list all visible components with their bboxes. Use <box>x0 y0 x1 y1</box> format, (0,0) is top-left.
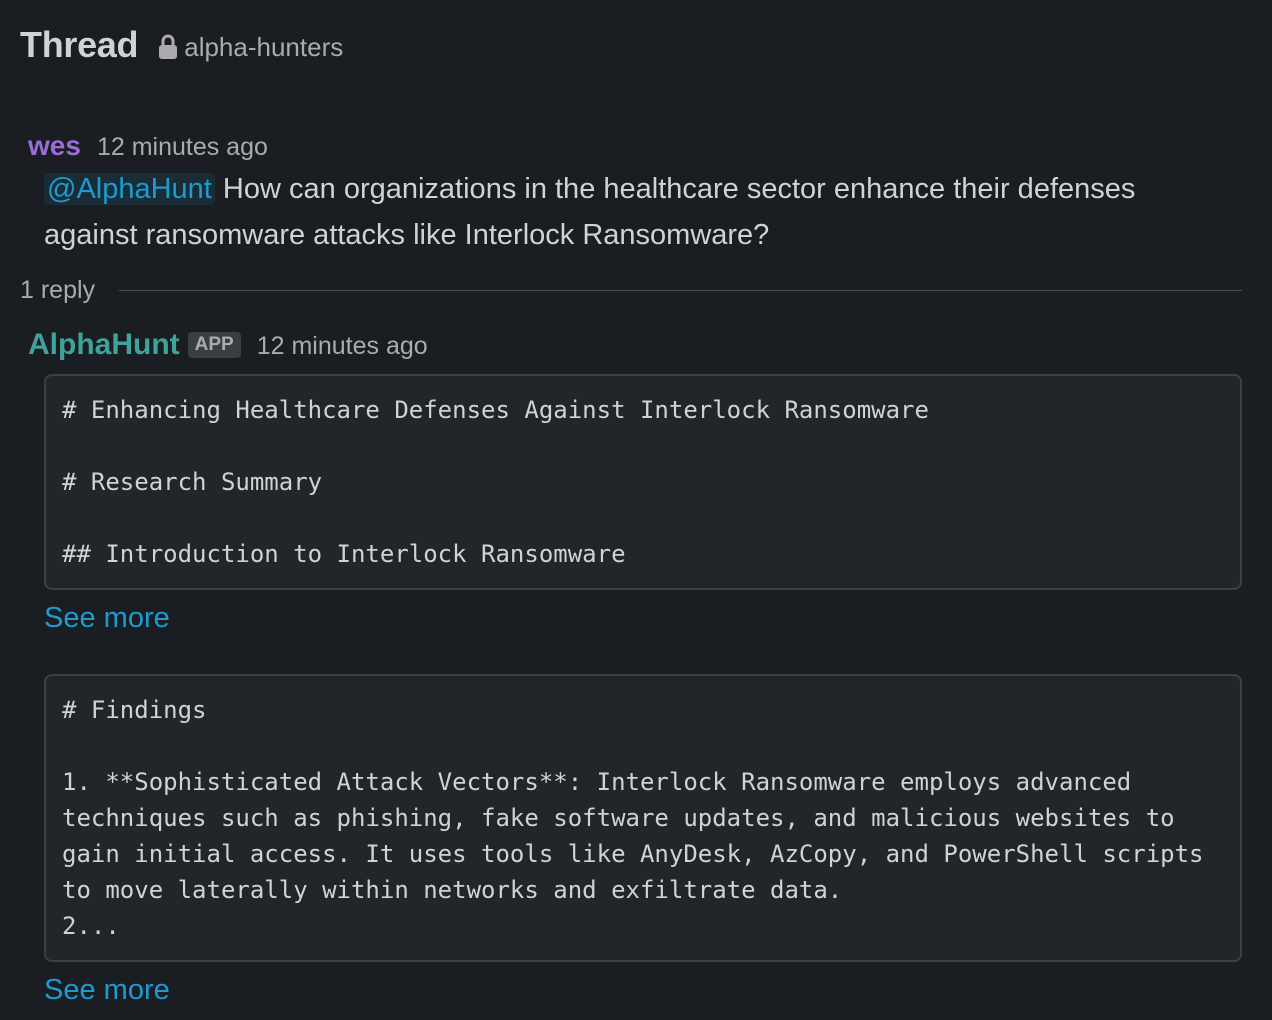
mention-link[interactable]: @AlphaHunt <box>44 173 215 205</box>
author-name[interactable]: wes <box>28 130 81 162</box>
divider-line <box>119 290 1242 291</box>
reply-message-meta: AlphaHunt APP 12 minutes ago <box>28 328 428 362</box>
code-block-2: # Findings 1. **Sophisticated Attack Vec… <box>44 674 1242 962</box>
channel-name-link[interactable]: alpha-hunters <box>184 32 343 63</box>
parent-message-meta: wes 12 minutes ago <box>28 130 268 162</box>
code-block-1: # Enhancing Healthcare Defenses Against … <box>44 374 1242 590</box>
see-more-link[interactable]: See more <box>44 974 170 1007</box>
reply-timestamp[interactable]: 12 minutes ago <box>257 332 428 361</box>
app-badge: APP <box>187 332 241 358</box>
thread-title: Thread <box>20 24 139 65</box>
reply-divider: 1 reply <box>20 276 1242 305</box>
bot-author-name[interactable]: AlphaHunt <box>28 328 180 362</box>
parent-message-text: @AlphaHunt How can organizations in the … <box>44 166 1234 258</box>
message-timestamp[interactable]: 12 minutes ago <box>97 133 268 162</box>
lock-icon <box>158 34 178 60</box>
thread-header: Thread alpha-hunters <box>20 22 343 68</box>
see-more-link[interactable]: See more <box>44 602 170 635</box>
reply-count: 1 reply <box>20 276 96 304</box>
